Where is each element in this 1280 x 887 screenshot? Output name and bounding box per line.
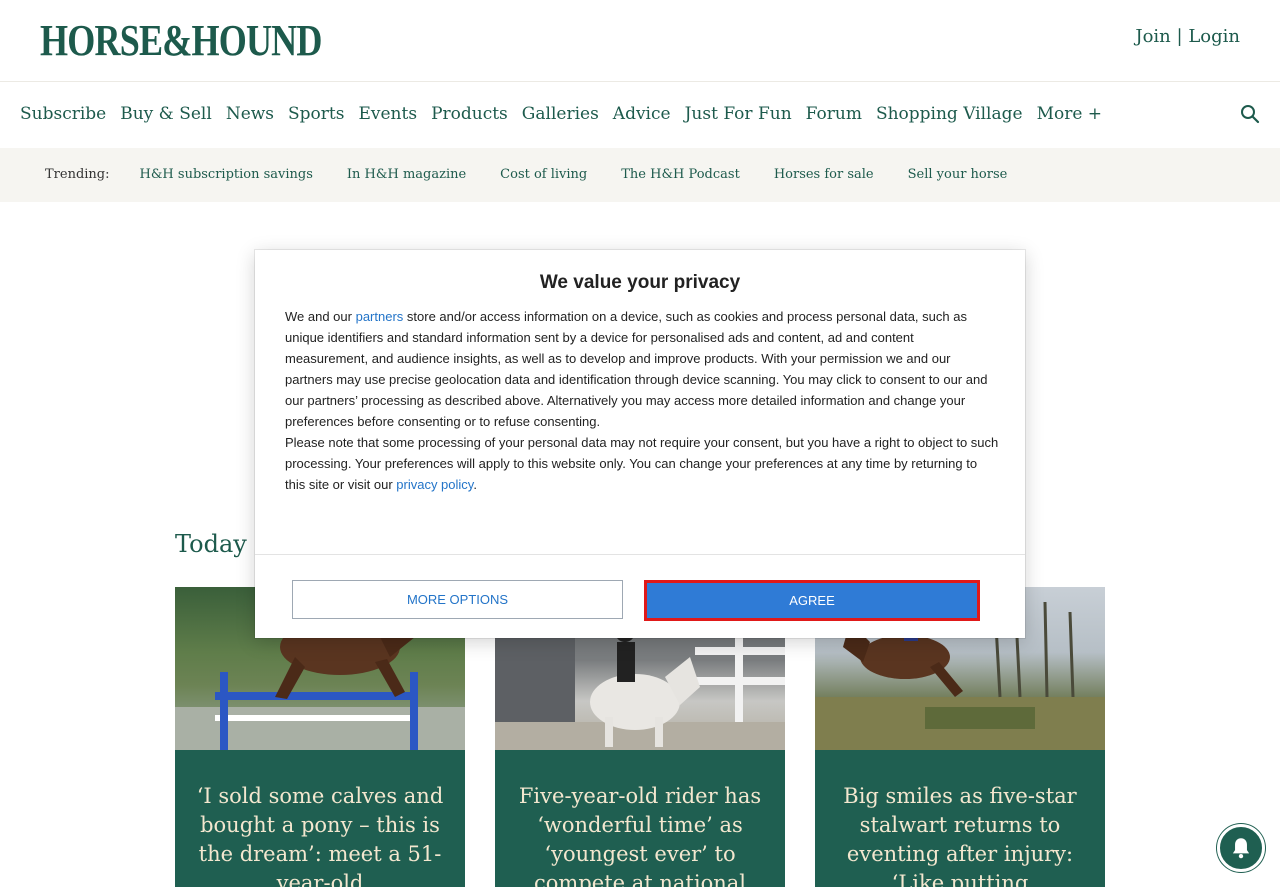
consent-text: . <box>473 477 477 492</box>
privacy-consent-dialog: We value your privacy We and our partner… <box>255 250 1025 638</box>
dialog-title: We value your privacy <box>539 272 741 293</box>
consent-text: Please note that some processing of your… <box>285 435 999 492</box>
consent-paragraph-1: We and our partners store and/or access … <box>285 306 1000 432</box>
consent-text: store and/or access information on a dev… <box>285 309 988 429</box>
more-options-button[interactable]: MORE OPTIONS <box>292 580 623 619</box>
agree-button-highlight: AGREE <box>644 580 980 621</box>
privacy-policy-link[interactable]: privacy policy <box>396 477 473 492</box>
consent-text: We and our <box>285 309 356 324</box>
agree-button[interactable]: AGREE <box>647 583 977 618</box>
dialog-divider <box>255 554 1025 555</box>
partners-link[interactable]: partners <box>356 309 404 324</box>
consent-paragraph-2: Please note that some processing of your… <box>285 432 1000 495</box>
dialog-body: We and our partners store and/or access … <box>285 306 1000 495</box>
